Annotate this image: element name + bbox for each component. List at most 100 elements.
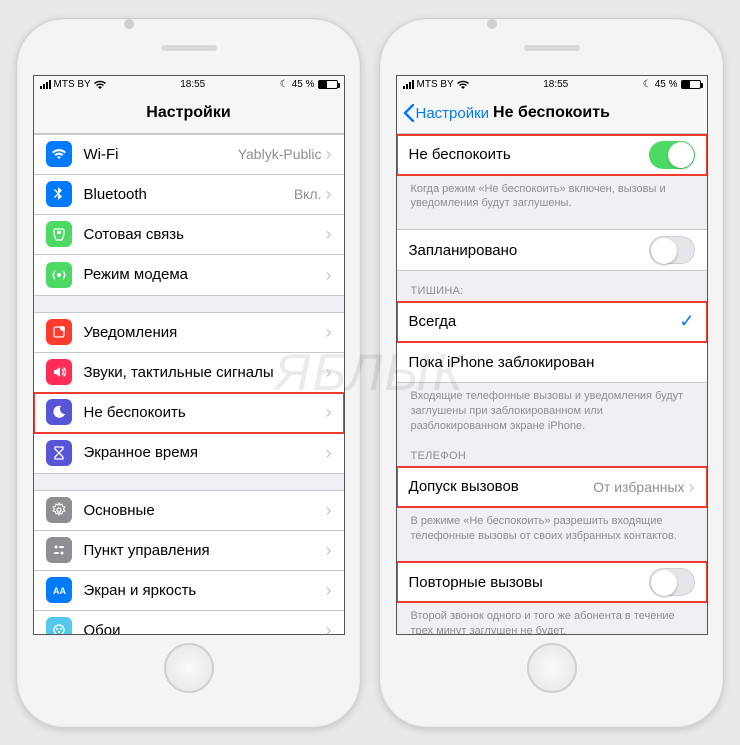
cell-label: Звуки, тактильные сигналы — [84, 364, 326, 381]
speaker — [524, 45, 580, 51]
chevron-right-icon: › — [689, 478, 695, 496]
while-locked-cell[interactable]: Пока iPhone заблокирован — [397, 342, 707, 382]
bt-icon — [46, 181, 72, 207]
settings-row-wifi[interactable]: Wi-Fi Yablyk-Public › — [34, 135, 344, 175]
wifi-status-icon — [94, 80, 106, 89]
cell-label: Экранное время — [84, 444, 326, 461]
cell-label: Пункт управления — [84, 542, 326, 559]
moon-icon — [46, 399, 72, 425]
repeat-switch[interactable] — [649, 568, 695, 596]
status-bar: MTS BY 18:55 ☾ 45 % — [34, 76, 344, 94]
settings-row-moon[interactable]: Не беспокоить › — [34, 393, 344, 433]
settings-row-wall[interactable]: Обои › — [34, 611, 344, 634]
cell-label: Пока iPhone заблокирован — [409, 354, 695, 371]
chevron-left-icon — [403, 104, 414, 122]
settings-list[interactable]: Wi-Fi Yablyk-Public › Bluetooth Вкл. › С… — [34, 134, 344, 634]
allow-calls-cell[interactable]: Допуск вызовов От избранных › — [397, 467, 707, 507]
gear-icon — [46, 497, 72, 523]
cell-label: Основные — [84, 502, 326, 519]
moon-status-icon: ☾ — [280, 79, 289, 90]
signal-icon — [403, 80, 414, 89]
cell-label: Не беспокоить — [409, 146, 649, 163]
camera — [124, 19, 134, 29]
cell-detail: Вкл. — [294, 186, 322, 202]
settings-row-hotspot[interactable]: Режим модема › — [34, 255, 344, 295]
cell-label: Сотовая связь — [84, 226, 326, 243]
notif-icon — [46, 319, 72, 345]
cell-label: Уведомления — [84, 324, 326, 341]
chevron-right-icon: › — [326, 621, 332, 634]
camera — [487, 19, 497, 29]
cell-label: Экран и яркость — [84, 582, 326, 599]
chevron-right-icon: › — [326, 225, 332, 243]
cell-detail: Yablyk-Public — [238, 146, 322, 162]
chevron-right-icon: › — [326, 363, 332, 381]
chevron-right-icon: › — [326, 145, 332, 163]
dnd-toggle-cell[interactable]: Не беспокоить — [397, 135, 707, 175]
back-label: Настройки — [416, 105, 490, 122]
cell-label: Допуск вызовов — [409, 478, 594, 495]
scheduled-switch[interactable] — [649, 236, 695, 264]
carrier: MTS BY — [54, 79, 91, 90]
cell-icon — [46, 221, 72, 247]
footer: Когда режим «Не беспокоить» включен, выз… — [397, 176, 707, 214]
chevron-right-icon: › — [326, 541, 332, 559]
always-cell[interactable]: Всегда ✓ — [397, 302, 707, 342]
chevron-right-icon: › — [326, 501, 332, 519]
page-title: Не беспокоить — [493, 104, 610, 122]
nav-bar: Настройки — [34, 94, 344, 134]
repeat-calls-cell[interactable]: Повторные вызовы — [397, 562, 707, 602]
hotspot-icon — [46, 262, 72, 288]
ctrl-icon — [46, 537, 72, 563]
hourglass-icon — [46, 440, 72, 466]
scheduled-cell[interactable]: Запланировано — [397, 230, 707, 270]
checkmark-icon: ✓ — [679, 311, 694, 332]
footer: Второй звонок одного и того же абонента … — [397, 603, 707, 633]
screen-dnd: MTS BY 18:55 ☾ 45 % Настройки Не беспоко… — [396, 75, 708, 635]
chevron-right-icon: › — [326, 581, 332, 599]
status-bar: MTS BY 18:55 ☾ 45 % — [397, 76, 707, 94]
back-button[interactable]: Настройки — [403, 104, 490, 122]
footer: Входящие телефонные вызовы и уведомления… — [397, 383, 707, 436]
battery-icon — [318, 80, 338, 89]
settings-row-disp[interactable]: AA Экран и яркость › — [34, 571, 344, 611]
signal-icon — [40, 80, 51, 89]
carrier: MTS BY — [417, 79, 454, 90]
wifi-icon — [46, 141, 72, 167]
footer: В режиме «Не беспокоить» разрешить входя… — [397, 508, 707, 546]
svg-text:AA: AA — [53, 586, 66, 596]
clock: 18:55 — [543, 79, 568, 90]
disp-icon: AA — [46, 577, 72, 603]
page-title: Настройки — [146, 104, 230, 122]
settings-row-gear[interactable]: Основные › — [34, 491, 344, 531]
settings-row-ctrl[interactable]: Пункт управления › — [34, 531, 344, 571]
wifi-status-icon — [457, 80, 469, 89]
cell-label: Wi-Fi — [84, 146, 238, 163]
sound-icon — [46, 359, 72, 385]
home-button[interactable] — [164, 643, 214, 693]
cell-detail: От избранных — [593, 479, 684, 495]
battery-pct: 45 % — [292, 79, 315, 90]
settings-row-sound[interactable]: Звуки, тактильные сигналы › — [34, 353, 344, 393]
chevron-right-icon: › — [326, 444, 332, 462]
moon-status-icon: ☾ — [643, 79, 652, 90]
clock: 18:55 — [180, 79, 205, 90]
battery-icon — [681, 80, 701, 89]
cell-label: Всегда — [409, 313, 680, 330]
wall-icon — [46, 617, 72, 634]
cell-label: Не беспокоить — [84, 404, 326, 421]
chevron-right-icon: › — [326, 185, 332, 203]
settings-row-hourglass[interactable]: Экранное время › — [34, 433, 344, 473]
screen-settings: MTS BY 18:55 ☾ 45 % Настройки Wi-Fi Yabl… — [33, 75, 345, 635]
settings-row-notif[interactable]: Уведомления › — [34, 313, 344, 353]
dnd-switch[interactable] — [649, 141, 695, 169]
cell-label: Режим модема — [84, 266, 326, 283]
chevron-right-icon: › — [326, 323, 332, 341]
chevron-right-icon: › — [326, 403, 332, 421]
nav-bar: Настройки Не беспокоить — [397, 94, 707, 134]
home-button[interactable] — [527, 643, 577, 693]
settings-row-cell[interactable]: Сотовая связь › — [34, 215, 344, 255]
dnd-list[interactable]: Не беспокоить Когда режим «Не беспокоить… — [397, 134, 707, 634]
settings-row-bt[interactable]: Bluetooth Вкл. › — [34, 175, 344, 215]
section-header: ТЕЛЕФОН — [397, 436, 707, 466]
